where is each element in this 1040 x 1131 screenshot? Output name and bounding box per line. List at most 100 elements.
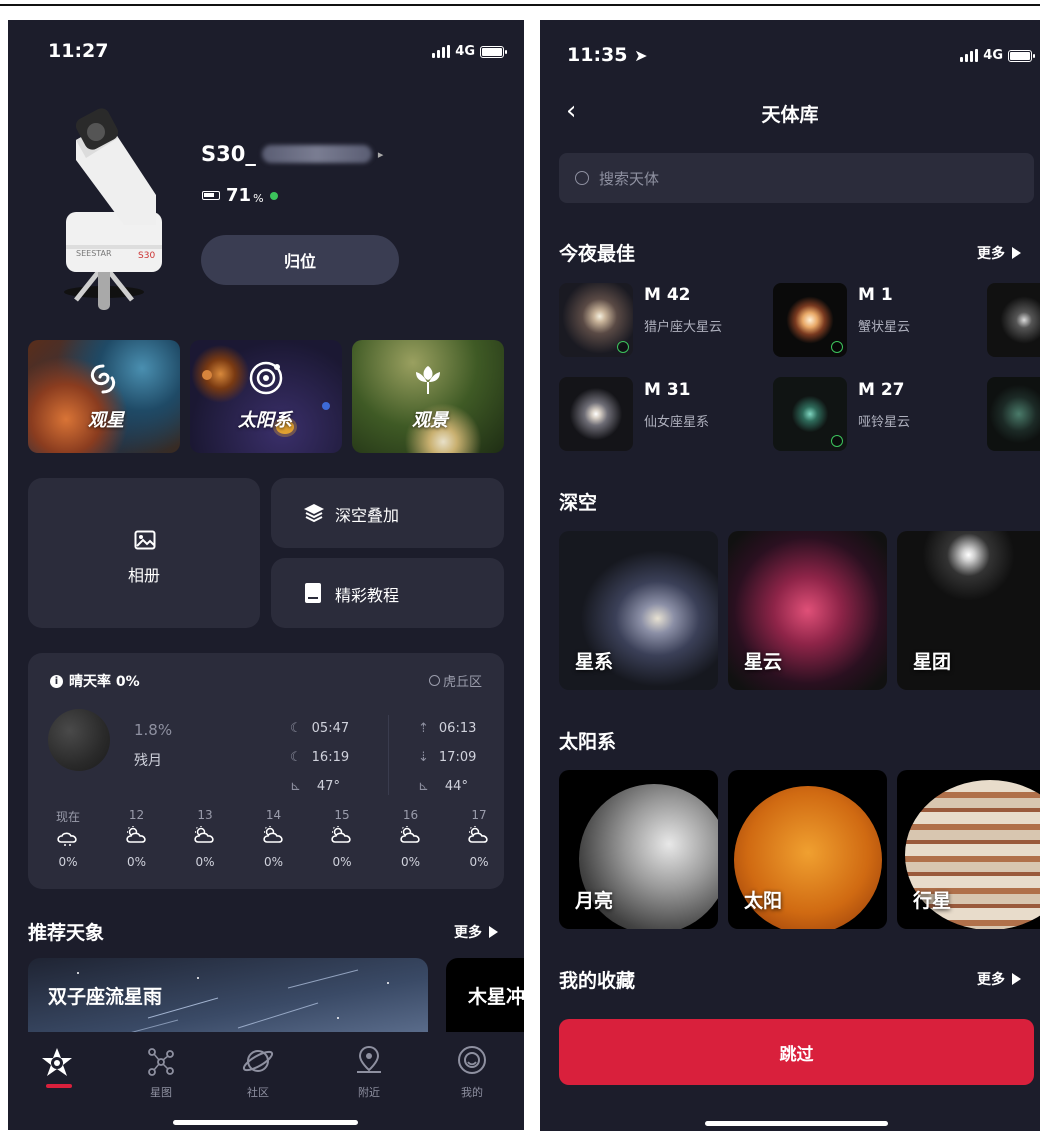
- star-map-icon[interactable]: [146, 1046, 176, 1076]
- moonset-icon: ☾: [290, 750, 302, 765]
- home-star-icon[interactable]: [40, 1046, 74, 1078]
- profile-icon[interactable]: [456, 1044, 488, 1076]
- recommend-more[interactable]: 更多: [454, 922, 498, 942]
- battery-value: 71: [226, 185, 252, 206]
- event-card[interactable]: 双子座流星雨: [28, 958, 428, 1038]
- network-label: 4G: [455, 44, 475, 59]
- page-title: 天体库: [761, 104, 819, 126]
- object-name: M 1: [858, 285, 893, 305]
- altitude-icon: ⊾: [290, 779, 301, 794]
- network-label: 4G: [983, 48, 1003, 63]
- object-thumbnail-m1[interactable]: [773, 283, 847, 357]
- favorites-more[interactable]: 更多: [977, 969, 1021, 989]
- forecast-precip: 0%: [126, 855, 147, 869]
- object-thumbnail-m27[interactable]: [773, 377, 847, 451]
- blurred-serial: [261, 145, 372, 163]
- forecast-precip: 0%: [332, 855, 352, 869]
- forecast-precip: 0%: [469, 855, 489, 869]
- recommend-title: 推荐天象: [28, 922, 105, 944]
- forecast-hour-label: 12: [128, 808, 145, 822]
- tonight-more[interactable]: 更多: [977, 243, 1021, 263]
- partly-cloudy-icon: [194, 826, 214, 843]
- nearby-icon[interactable]: [354, 1044, 384, 1076]
- category-moon[interactable]: 月亮: [559, 770, 718, 929]
- battery-unit: %: [253, 192, 264, 205]
- home-screen: 11:27 4G SEESTAR S30 S30_ ▸ 71% 归位 观星 太阳…: [8, 20, 524, 1130]
- galaxy-icon: [90, 364, 116, 394]
- home-indicator[interactable]: [705, 1121, 888, 1126]
- deep-stack-card[interactable]: 深空叠加: [271, 478, 504, 548]
- visible-indicator: [617, 341, 629, 353]
- tutorial-card[interactable]: 精彩教程: [271, 558, 504, 628]
- flower-icon: [416, 366, 440, 394]
- weather-card[interactable]: i 晴天率 0% 虎丘区 1.8% 残月 ☾ 05:47 ☾ 16:19 ⊾ 47° …: [28, 653, 504, 889]
- object-desc: 哑铃星云: [858, 415, 911, 430]
- search-bar[interactable]: 搜索天体: [559, 153, 1034, 203]
- moon-times: ☾ 05:47 ☾ 16:19 ⊾ 47°: [290, 714, 349, 801]
- more-label: 更多: [454, 925, 482, 941]
- chevron-right-icon: ▸: [377, 147, 384, 161]
- category-label: 行星: [913, 890, 952, 912]
- mode-label: 观星: [88, 410, 124, 431]
- tutorial-label: 精彩教程: [335, 586, 400, 605]
- visible-indicator: [831, 341, 843, 353]
- sunrise-time: 06:13: [438, 721, 477, 736]
- object-thumbnail-m42[interactable]: [559, 283, 633, 357]
- device-name-text: S30_: [201, 142, 256, 166]
- deep-stack-label: 深空叠加: [335, 506, 400, 525]
- partly-cloudy-icon: [331, 826, 351, 843]
- search-placeholder: 搜索天体: [599, 169, 660, 188]
- svg-text:SEESTAR: SEESTAR: [76, 249, 112, 258]
- mode-landscape[interactable]: 观景: [352, 340, 504, 453]
- home-position-button[interactable]: 归位: [201, 235, 399, 285]
- sun-altitude: 44°: [444, 779, 468, 794]
- home-indicator[interactable]: [173, 1120, 358, 1125]
- community-icon[interactable]: [242, 1046, 274, 1076]
- mode-stargazing[interactable]: 观星: [28, 340, 180, 453]
- skip-button[interactable]: 跳过: [559, 1019, 1034, 1085]
- telescope-image[interactable]: SEESTAR S30: [46, 100, 166, 315]
- forecast-precip: 0%: [195, 855, 215, 869]
- category-label: 月亮: [575, 890, 614, 912]
- album-card[interactable]: 相册: [28, 478, 260, 628]
- event-card[interactable]: 木星冲: [446, 958, 524, 1038]
- top-divider: [0, 4, 1040, 6]
- category-galaxy[interactable]: 星系: [559, 531, 718, 690]
- object-thumbnail-m31[interactable]: [559, 377, 633, 451]
- arrow-right-icon: [489, 926, 498, 938]
- visible-indicator: [831, 435, 843, 447]
- mode-solar-system[interactable]: 太阳系: [190, 340, 342, 453]
- more-label: 更多: [977, 246, 1005, 262]
- active-indicator: [46, 1084, 72, 1088]
- category-label: 星云: [744, 651, 783, 673]
- info-icon: i: [50, 674, 63, 688]
- more-label: 更多: [977, 972, 1005, 988]
- forecast-precip: 0%: [58, 855, 78, 869]
- search-icon: [575, 171, 589, 185]
- category-planet[interactable]: 行星: [897, 770, 1040, 929]
- location[interactable]: 虎丘区: [428, 671, 482, 690]
- book-icon: [305, 583, 321, 603]
- category-nebula[interactable]: 星云: [728, 531, 887, 690]
- object-thumbnail-partial[interactable]: [987, 283, 1040, 357]
- object-name: M 42: [644, 285, 691, 305]
- forecast-hour-label: 16: [402, 808, 419, 822]
- sunrise-icon: ⇡: [418, 721, 429, 736]
- battery-icon: [1008, 49, 1035, 62]
- device-name[interactable]: S30_ ▸: [201, 142, 383, 166]
- nav-label: 星图: [150, 1086, 172, 1099]
- album-label: 相册: [127, 566, 160, 585]
- moonrise-icon: ☾: [290, 721, 302, 736]
- status-time-text: 11:35: [567, 44, 628, 66]
- tonight-title: 今夜最佳: [559, 243, 636, 265]
- category-sun[interactable]: 太阳: [728, 770, 887, 929]
- object-thumbnail-partial[interactable]: [987, 377, 1040, 451]
- location-text: 虎丘区: [442, 675, 482, 690]
- forecast-hour-label: 13: [197, 808, 213, 822]
- partly-cloudy-icon: [125, 826, 146, 843]
- status-time: 11:35 ➤: [567, 44, 648, 66]
- celestial-library-screen: 11:35 ➤ 4G ‹ 天体库 搜索天体 今夜最佳 更多 M 42 猎户座大星…: [540, 20, 1040, 1131]
- category-cluster[interactable]: 星团: [897, 531, 1040, 690]
- mode-label: 太阳系: [238, 410, 292, 431]
- moon-phase: 残月: [134, 753, 162, 769]
